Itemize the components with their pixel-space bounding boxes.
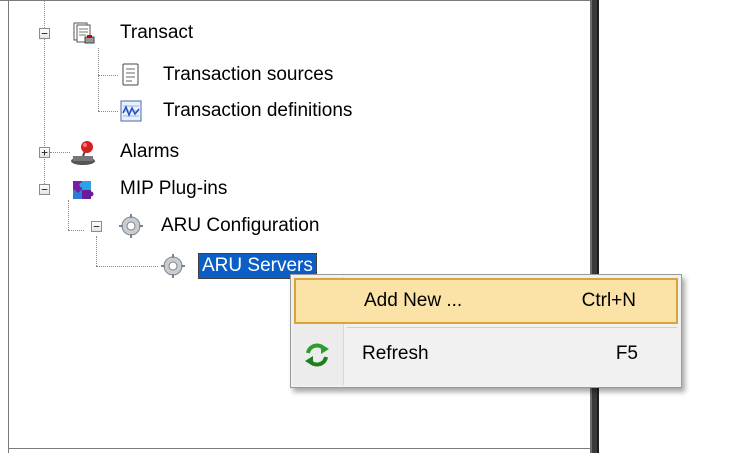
- menu-item-add-new[interactable]: Add New ... Ctrl+N: [294, 278, 678, 324]
- tree-guide: [98, 111, 118, 112]
- tree-guide: [98, 48, 99, 111]
- menu-separator: [347, 327, 677, 328]
- tree-item-transact[interactable]: Transact: [120, 20, 193, 46]
- tree-guide: [68, 200, 69, 230]
- tree-item-transaction-sources[interactable]: Transaction sources: [163, 62, 333, 88]
- waveform-document-icon: [118, 98, 144, 124]
- menu-item-refresh[interactable]: Refresh F5: [294, 333, 678, 379]
- menu-item-shortcut: F5: [615, 343, 638, 364]
- menu-item-label: Add New ...: [364, 290, 463, 311]
- tree-guide: [96, 236, 97, 266]
- tree-guide: [96, 266, 158, 267]
- menu-item-label: Refresh: [362, 343, 429, 364]
- tree-item-aru-configuration[interactable]: ARU Configuration: [161, 213, 319, 239]
- gear-plugin-icon: [160, 253, 186, 279]
- gear-plugin-icon: [118, 213, 144, 239]
- tree-item-transaction-definitions[interactable]: Transaction definitions: [163, 98, 352, 124]
- panel-border-left: [8, 0, 9, 453]
- tree-guide: [44, 0, 45, 152]
- tree-item-alarms[interactable]: Alarms: [120, 139, 179, 165]
- expander-collapse[interactable]: −: [39, 28, 50, 39]
- tree-guide: [50, 152, 70, 153]
- expander-collapse[interactable]: −: [39, 184, 50, 195]
- tree-item-mip-plugins[interactable]: MIP Plug-ins: [120, 176, 227, 202]
- alarm-icon: [70, 139, 96, 165]
- puzzle-plugin-icon: [70, 176, 96, 202]
- expander-collapse[interactable]: −: [91, 221, 102, 232]
- document-stack-icon: [70, 20, 96, 46]
- tree-guide: [68, 230, 84, 231]
- document-icon: [118, 62, 144, 88]
- menu-item-shortcut: Ctrl+N: [581, 290, 636, 311]
- context-menu: Add New ... Ctrl+N Refresh F5: [290, 274, 682, 388]
- refresh-icon: [302, 340, 332, 370]
- expander-expand[interactable]: +: [39, 147, 50, 158]
- tree-guide: [98, 75, 118, 76]
